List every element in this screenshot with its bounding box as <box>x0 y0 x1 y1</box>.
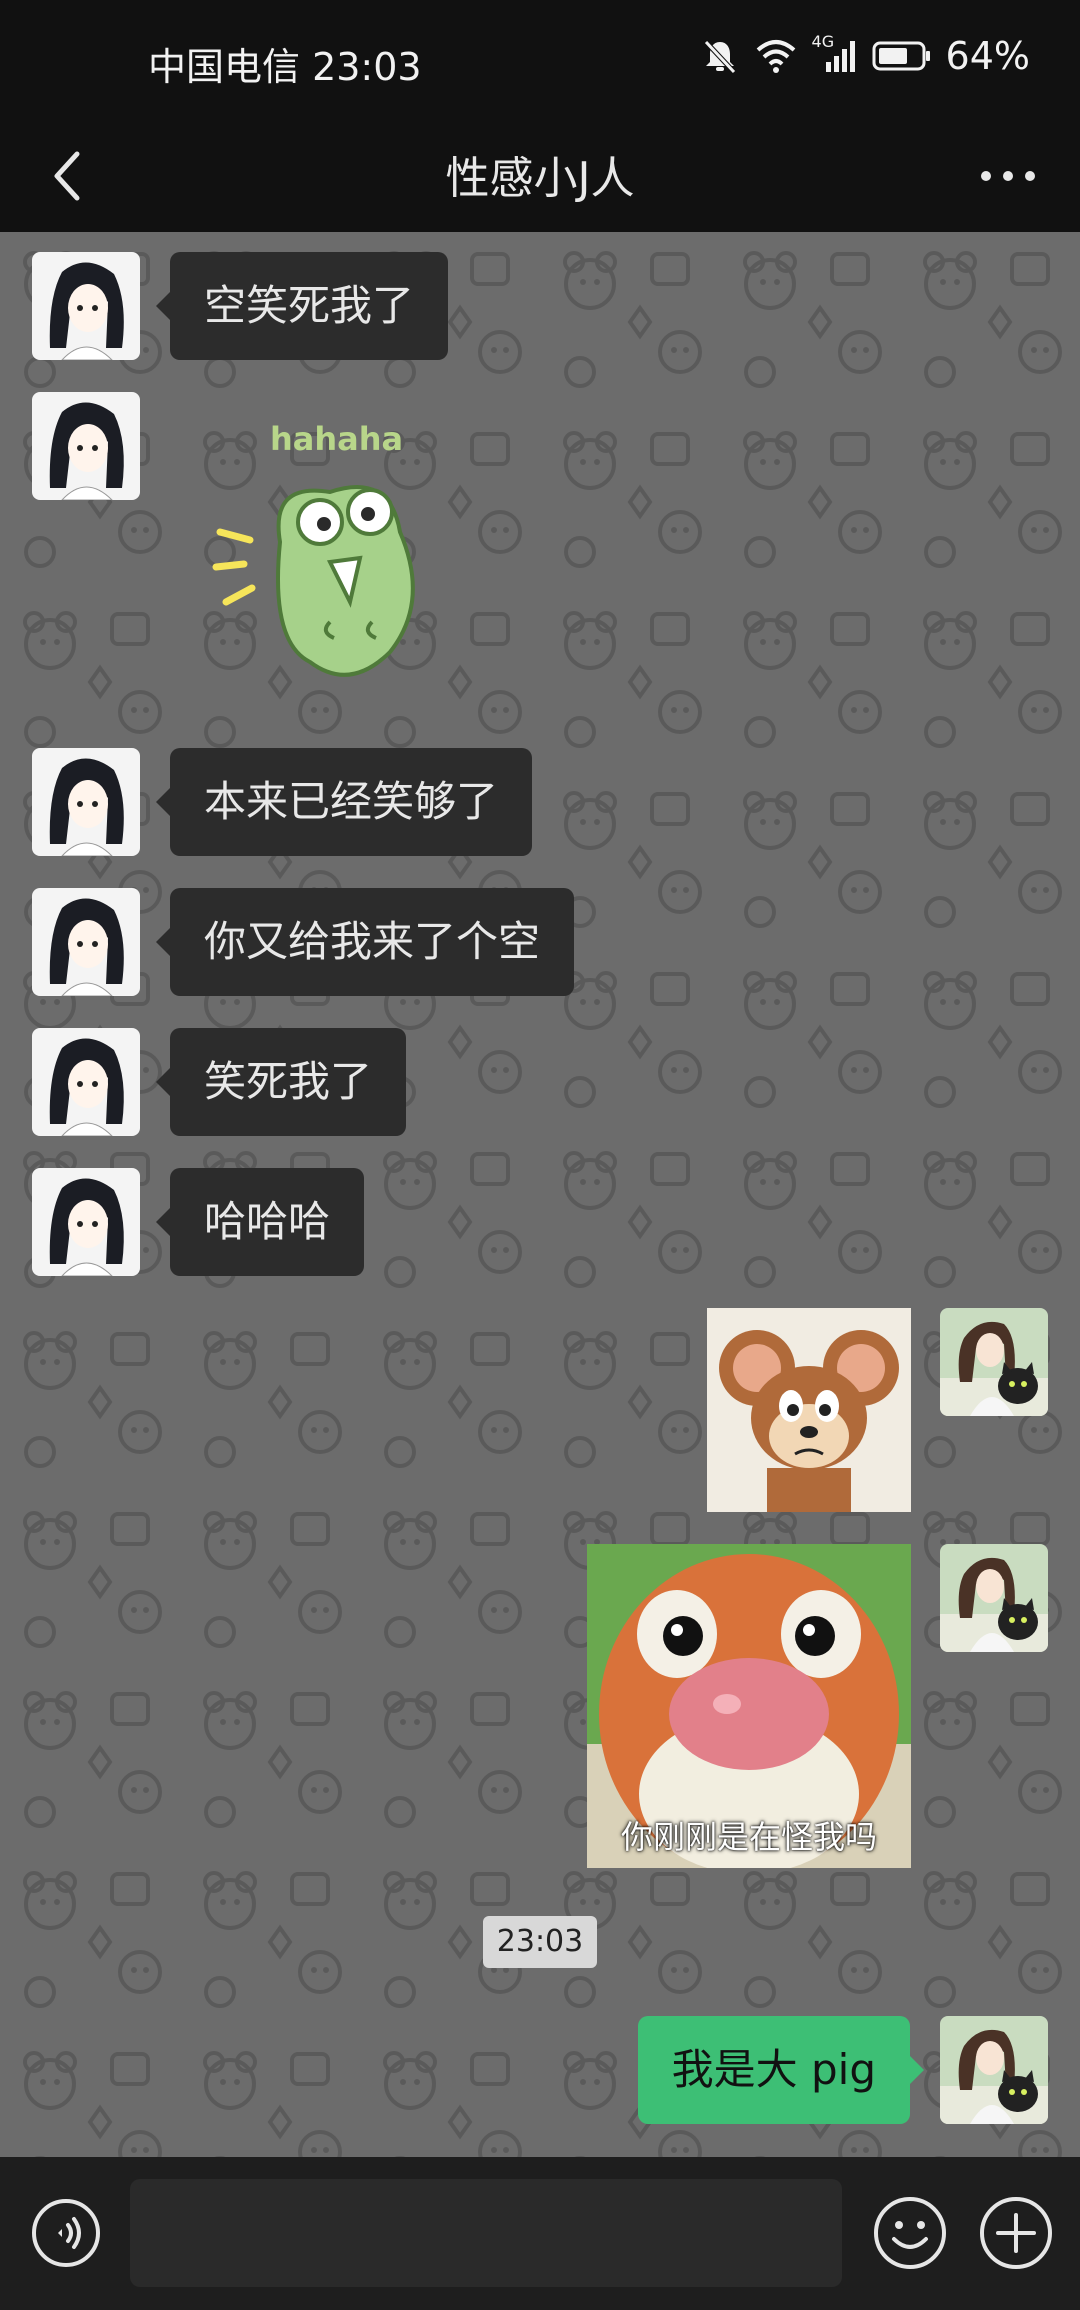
message-bubble[interactable]: 你又给我来了个空 <box>155 888 575 996</box>
anime-girl-avatar-icon <box>32 1168 140 1276</box>
more-button[interactable] <box>972 146 1044 206</box>
chat-wallpaper <box>0 232 1080 2157</box>
chat-title: 性感小J人 <box>445 153 635 204</box>
voice-button[interactable] <box>30 2197 102 2269</box>
avatar-self[interactable] <box>940 1308 1048 1416</box>
message-bubble[interactable]: 空笑死我了 <box>155 252 449 360</box>
signal-icon: 4G <box>812 32 858 76</box>
sticker-caption: 你刚刚是在怪我吗 <box>620 1818 877 1856</box>
anime-girl-avatar-icon <box>32 888 140 996</box>
message-input[interactable] <box>130 2179 842 2287</box>
avatar-contact[interactable] <box>32 392 140 500</box>
plus-button[interactable] <box>976 2193 1056 2273</box>
network-type: 4G <box>811 32 835 51</box>
emoji-icon <box>874 2197 946 2269</box>
anime-girl-avatar-icon <box>32 252 140 360</box>
status-bar: 中国电信 23:03 4G 64% <box>0 0 1080 120</box>
anime-girl-avatar-icon <box>32 392 140 500</box>
more-dots-icon <box>981 171 1035 181</box>
battery-icon <box>872 40 932 72</box>
avatar-contact[interactable] <box>32 748 140 856</box>
message-bubble[interactable]: 本来已经笑够了 <box>155 748 533 856</box>
avatar-contact[interactable] <box>32 1168 140 1276</box>
anime-girl-avatar-icon <box>32 748 140 856</box>
voice-icon <box>32 2199 100 2267</box>
avatar-contact[interactable] <box>32 1028 140 1136</box>
chat-area[interactable]: 空笑死我了 hahaha 本来已经笑够了 你又给我来了个空 笑死我了 哈哈哈 你… <box>0 232 1080 2157</box>
mute-bell-icon <box>700 36 740 76</box>
avatar-self[interactable] <box>940 1544 1048 1652</box>
anime-girl-avatar-icon <box>32 1028 140 1136</box>
girl-with-cat-avatar-icon <box>940 1308 1048 1416</box>
bear-sticker[interactable]: 你刚刚是在怪我吗 <box>587 1544 911 1868</box>
girl-with-cat-avatar-icon <box>940 2016 1048 2124</box>
avatar-contact[interactable] <box>32 252 140 360</box>
carrier-time: 中国电信 23:03 <box>148 45 422 89</box>
battery-level: 64% <box>945 34 1030 78</box>
avatar-self[interactable] <box>940 2016 1048 2124</box>
green-frog-hahaha-icon: hahaha <box>212 420 415 677</box>
emoji-button[interactable] <box>870 2193 950 2273</box>
cartoon-mouse-icon <box>707 1308 911 1512</box>
chat-header: 性感小J人 <box>0 120 1080 232</box>
girl-with-cat-avatar-icon <box>940 1544 1048 1652</box>
wifi-icon <box>754 36 798 76</box>
plus-icon <box>980 2197 1052 2269</box>
timestamp-chip: 23:03 <box>483 1916 597 1968</box>
status-icons: 4G 64% <box>700 32 1030 78</box>
input-bar <box>0 2157 1080 2310</box>
avatar-contact[interactable] <box>32 888 140 996</box>
message-bubble[interactable]: 笑死我了 <box>155 1028 407 1136</box>
message-bubble-self[interactable]: 我是大 pig <box>637 2016 925 2124</box>
message-bubble[interactable]: 哈哈哈 <box>155 1168 365 1276</box>
mouse-sticker[interactable] <box>707 1308 911 1512</box>
sticker-text: hahaha <box>270 420 403 458</box>
